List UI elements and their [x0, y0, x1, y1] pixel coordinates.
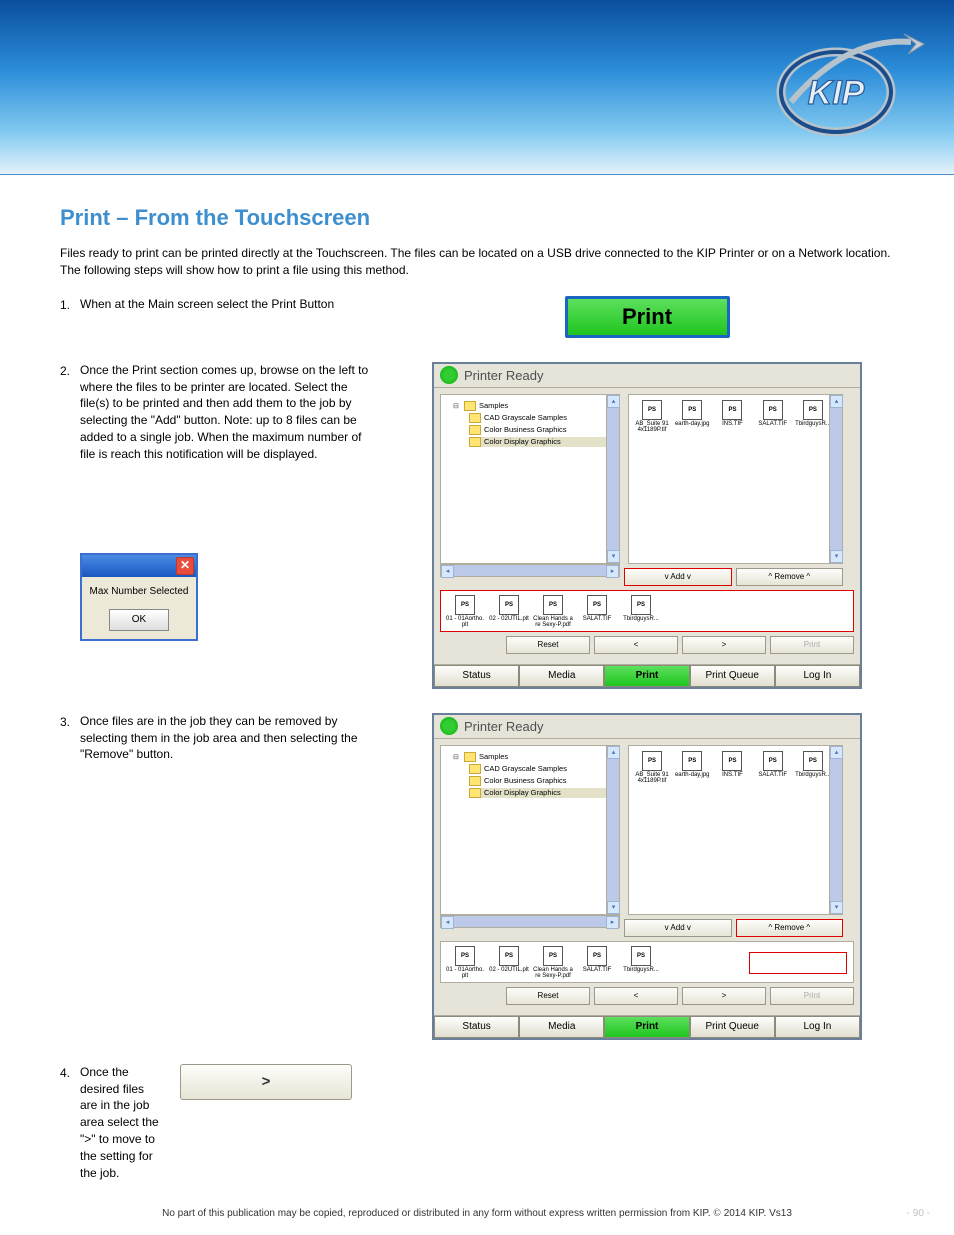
step-number: 3.	[60, 713, 80, 729]
step-text: Once the Print section comes up, browse …	[80, 362, 380, 463]
print-panel: Printer Ready ⊟Samples CAD Grayscale Sam…	[432, 713, 862, 1040]
file-thumb[interactable]: PS01 - 01Aortho.plt	[445, 946, 485, 978]
file-thumbnails[interactable]: PSAB_Suite 914x1189P.tif PSearth-day.jpg…	[628, 394, 843, 564]
file-thumb[interactable]: PSClean Hands are Sexy-P.pdf	[533, 595, 573, 627]
scrollbar-vertical[interactable]: ▴▾	[829, 746, 842, 914]
max-number-dialog: ✕ Max Number Selected OK	[80, 553, 198, 641]
scrollbar-vertical[interactable]: ▴▾	[829, 395, 842, 563]
forward-button[interactable]: >	[682, 636, 766, 654]
folder-tree[interactable]: ⊟Samples CAD Grayscale Samples Color Bus…	[440, 394, 620, 564]
print-button[interactable]: Print	[770, 636, 854, 654]
step-number: 1.	[60, 296, 80, 312]
reset-button[interactable]: Reset	[506, 636, 590, 654]
status-icon	[440, 366, 458, 384]
panel-title: Printer Ready	[464, 719, 543, 734]
file-thumb[interactable]: PSINS.TIF	[714, 751, 750, 779]
dialog-titlebar: ✕	[82, 555, 196, 577]
scrollbar-vertical[interactable]: ▴▾	[606, 395, 619, 563]
print-panel: Printer Ready ⊟Samples CAD Grayscale Sam…	[432, 362, 862, 689]
step-text: When at the Main screen select the Print…	[80, 296, 400, 313]
back-button[interactable]: <	[594, 987, 678, 1005]
file-thumb[interactable]: PSINS.TIF	[714, 400, 750, 428]
step-number: 2.	[60, 362, 80, 378]
forward-button[interactable]: >	[682, 987, 766, 1005]
add-button[interactable]: v Add v	[624, 919, 732, 937]
print-button[interactable]: Print	[770, 987, 854, 1005]
remove-button[interactable]: ^ Remove ^	[736, 568, 844, 586]
folder-icon	[469, 437, 481, 447]
section-intro: Files ready to print can be printed dire…	[60, 245, 894, 280]
tab-media[interactable]: Media	[519, 1016, 604, 1038]
selected-files-tray: PS01 - 01Aortho.plt PS02 - 02UTIL.plt PS…	[440, 941, 854, 983]
dialog-message: Max Number Selected	[88, 585, 190, 599]
page-number: - 90 -	[907, 1208, 930, 1219]
folder-icon	[469, 776, 481, 786]
file-thumb[interactable]: PSAB_Suite 914x1189P.tif	[634, 400, 670, 434]
file-thumb[interactable]: PSTbirdguysR...	[621, 595, 661, 627]
folder-icon	[469, 425, 481, 435]
file-thumbnails[interactable]: PSAB_Suite 914x1189P.tif PSearth-day.jpg…	[628, 745, 843, 915]
kip-logo: KIP	[776, 32, 926, 142]
header-banner: KIP	[0, 0, 954, 175]
close-icon[interactable]: ✕	[176, 557, 194, 575]
file-thumb[interactable]: PS02 - 02UTIL.plt	[489, 946, 529, 978]
tab-print[interactable]: Print	[604, 665, 689, 687]
file-thumb[interactable]: PSTbirdguysR...	[621, 946, 661, 978]
tab-media[interactable]: Media	[519, 665, 604, 687]
ok-button[interactable]: OK	[109, 609, 169, 631]
back-button[interactable]: <	[594, 636, 678, 654]
folder-icon	[464, 401, 476, 411]
reset-button[interactable]: Reset	[506, 987, 590, 1005]
folder-icon	[469, 764, 481, 774]
step-text: Once files are in the job they can be re…	[80, 713, 400, 763]
print-button-large[interactable]: Print	[565, 296, 730, 338]
tab-print-queue[interactable]: Print Queue	[690, 665, 775, 687]
panel-title: Printer Ready	[464, 368, 543, 383]
file-thumb[interactable]: PS01 - 01Aortho.plt	[445, 595, 485, 627]
tab-print-queue[interactable]: Print Queue	[690, 1016, 775, 1038]
tab-log-in[interactable]: Log In	[775, 1016, 860, 1038]
file-thumb[interactable]: PSSALAT.TIF	[755, 400, 791, 428]
tab-log-in[interactable]: Log In	[775, 665, 860, 687]
tab-status[interactable]: Status	[434, 1016, 519, 1038]
scrollbar-horizontal[interactable]: ◂▸	[440, 915, 620, 928]
file-thumb[interactable]: PSSALAT.TIF	[755, 751, 791, 779]
file-thumb[interactable]: PSTbirdguysR...	[795, 400, 831, 428]
folder-icon	[469, 413, 481, 423]
file-thumb[interactable]: PSAB_Suite 914x1189P.tif	[634, 751, 670, 785]
file-thumb[interactable]: PSearth-day.jpg	[674, 400, 710, 428]
folder-icon	[464, 752, 476, 762]
file-thumb[interactable]: PSearth-day.jpg	[674, 751, 710, 779]
step-number: 4.	[60, 1064, 80, 1080]
file-thumb[interactable]: PSSALAT.TIF	[577, 595, 617, 627]
file-thumb[interactable]: PS02 - 02UTIL.plt	[489, 595, 529, 627]
scrollbar-horizontal[interactable]: ◂▸	[440, 564, 620, 577]
tab-status[interactable]: Status	[434, 665, 519, 687]
selected-files-tray: PS01 - 01Aortho.plt PS02 - 02UTIL.plt PS…	[440, 590, 854, 632]
file-thumb[interactable]: PSTbirdguysR...	[795, 751, 831, 779]
file-thumb[interactable]: PSSALAT.TIF	[577, 946, 617, 978]
remove-highlight-box	[749, 952, 847, 974]
file-thumb[interactable]: PSClean Hands are Sexy-P.pdf	[533, 946, 573, 978]
svg-text:KIP: KIP	[808, 74, 865, 112]
section-title: Print – From the Touchscreen	[60, 205, 894, 231]
status-icon	[440, 717, 458, 735]
footer-copyright: No part of this publication may be copie…	[0, 1208, 954, 1219]
tab-print[interactable]: Print	[604, 1016, 689, 1038]
add-button[interactable]: v Add v	[624, 568, 732, 586]
folder-icon	[469, 788, 481, 798]
scrollbar-vertical[interactable]: ▴▾	[606, 746, 619, 914]
forward-button-large[interactable]: >	[180, 1064, 352, 1100]
folder-tree[interactable]: ⊟Samples CAD Grayscale Samples Color Bus…	[440, 745, 620, 915]
step-text: Once the desired files are in the job ar…	[80, 1064, 180, 1182]
remove-button[interactable]: ^ Remove ^	[736, 919, 844, 937]
